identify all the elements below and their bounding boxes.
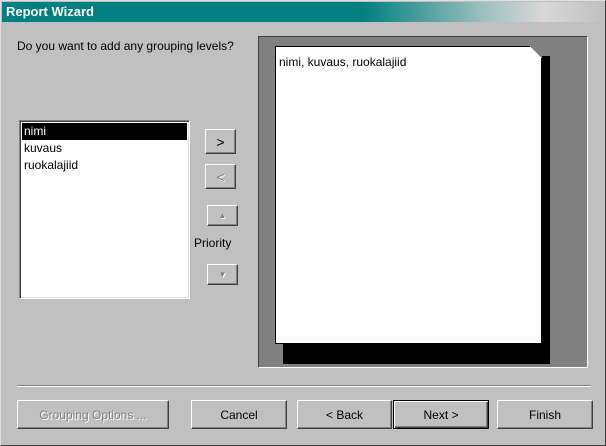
priority-up-button[interactable]: ▲ <box>207 205 238 226</box>
title-bar: Report Wizard <box>2 2 604 22</box>
preview-page: nimi, kuvaus, ruokalajiid <box>275 46 542 344</box>
priority-label: Priority <box>194 236 232 250</box>
available-fields-listbox[interactable]: nimi kuvaus ruokalajiid <box>19 120 190 299</box>
window-title: Report Wizard <box>6 4 94 19</box>
list-item[interactable]: nimi <box>22 123 187 140</box>
grouping-question: Do you want to add any grouping levels? <box>17 39 234 53</box>
page-fold-icon <box>530 46 542 58</box>
finish-label: Finish <box>528 407 561 422</box>
report-wizard-window: Report Wizard Do you want to add any gro… <box>0 0 606 446</box>
grouping-options-button[interactable]: Grouping Options ... <box>17 400 169 429</box>
remove-grouping-button[interactable]: < <box>205 164 236 189</box>
cancel-button[interactable]: Cancel <box>191 400 287 429</box>
finish-button[interactable]: Finish <box>497 400 593 429</box>
next-button[interactable]: Next > <box>393 400 489 429</box>
up-triangle-icon: ▲ <box>218 211 227 220</box>
add-arrow-label: > <box>216 133 225 150</box>
priority-down-button[interactable]: ▼ <box>207 264 238 285</box>
list-item[interactable]: kuvaus <box>22 140 187 157</box>
remove-arrow-label: < <box>216 168 225 185</box>
back-label: < Back <box>325 407 364 422</box>
add-grouping-button[interactable]: > <box>205 129 236 154</box>
grouping-options-label: Grouping Options ... <box>39 407 147 422</box>
down-triangle-icon: ▼ <box>218 270 227 279</box>
footer-separator <box>17 385 591 387</box>
back-button[interactable]: < Back <box>297 400 392 429</box>
cancel-label: Cancel <box>220 407 258 422</box>
next-label: Next > <box>423 407 459 422</box>
list-item[interactable]: ruokalajiid <box>22 157 187 174</box>
preview-fields-text: nimi, kuvaus, ruokalajiid <box>279 55 407 69</box>
